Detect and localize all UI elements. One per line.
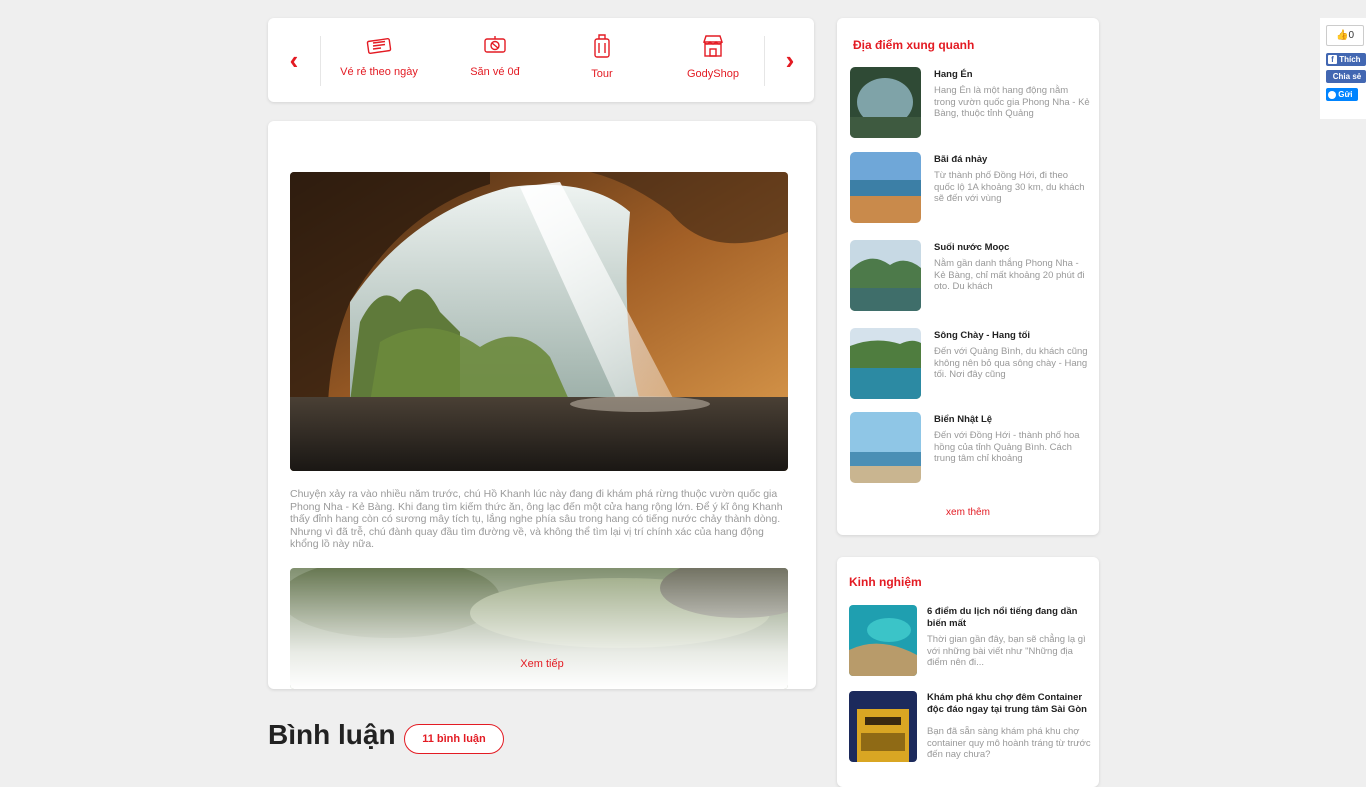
experience-card: Kinh nghiệm 6 điểm du lịch nổi tiếng đan… <box>837 557 1099 787</box>
experience-thumbnail <box>849 605 917 676</box>
nav-item-godyshop[interactable]: GodyShop <box>663 32 763 92</box>
messenger-icon <box>1328 90 1336 99</box>
like-count: 0 <box>1348 30 1354 41</box>
nav-item-tour[interactable]: Tour <box>552 32 652 92</box>
experience-desc: Thời gian gần đây, bạn sẽ chẳng lạ gì vớ… <box>927 634 1086 668</box>
place-desc: Đến với Quảng Bình, du khách cũng không … <box>934 346 1088 380</box>
nav-prev-arrow-icon[interactable]: ‹ <box>284 47 304 73</box>
thumbs-up-icon: 👍 <box>1335 30 1349 41</box>
place-name: Biển Nhật Lệ <box>934 414 993 425</box>
place-name: Sông Chày - Hang tối <box>934 330 1031 341</box>
read-more-link[interactable]: Xem tiếp <box>268 658 816 670</box>
experience-item[interactable]: 6 điểm du lịch nổi tiếng đang dần biến m… <box>849 605 1094 677</box>
send-label: Gửi <box>1338 90 1353 99</box>
experience-thumbnail <box>849 691 917 762</box>
place-name: Bãi đá nhảy <box>934 154 988 165</box>
place-item[interactable]: Suối nước Moọc Nằm gần danh thắng Phong … <box>850 240 1090 312</box>
article-paragraph: Chuyện xảy ra vào nhiều năm trước, chú H… <box>290 488 783 550</box>
nav-item-label: Săn vé 0đ <box>470 66 520 78</box>
nav-item-free-tickets[interactable]: Săn vé 0đ <box>445 32 545 92</box>
like-count-box: 👍0 <box>1326 25 1364 46</box>
nav-next-arrow-icon[interactable]: › <box>780 47 800 73</box>
nav-item-label: Tour <box>591 68 613 80</box>
place-thumbnail <box>850 328 921 399</box>
place-thumbnail <box>850 67 921 138</box>
ticket-hunt-icon <box>484 36 506 53</box>
nav-item-cheap-tickets[interactable]: Vé rẻ theo ngày <box>329 32 429 92</box>
nav-item-label: GodyShop <box>687 68 739 80</box>
nearby-title: Địa điểm xung quanh <box>853 38 975 52</box>
place-thumbnail <box>850 152 921 223</box>
article-card: Chuyện xảy ra vào nhiều năm trước, chú H… <box>268 121 816 689</box>
place-item[interactable]: Sông Chày - Hang tối Đến với Quảng Bình,… <box>850 328 1090 400</box>
place-desc: Từ thành phố Đồng Hới, đi theo quốc lộ 1… <box>934 170 1085 204</box>
luggage-icon <box>594 34 610 58</box>
place-thumbnail <box>850 240 921 311</box>
messenger-send-button[interactable]: Gửi <box>1326 88 1358 101</box>
place-desc: Đến với Đồng Hới - thành phố hoa hồng củ… <box>934 430 1080 464</box>
nav-item-label: Vé rẻ theo ngày <box>340 66 418 78</box>
experience-name: 6 điểm du lịch nổi tiếng đang dần biến m… <box>927 606 1078 629</box>
place-desc: Hang Én là một hang động nằm trong vườn … <box>934 85 1090 119</box>
place-item[interactable]: Hang Én Hang Én là một hang động nằm tro… <box>850 67 1090 139</box>
nearby-places-card: Địa điểm xung quanh Hang Én Hang Én là m… <box>837 18 1099 535</box>
article-second-image <box>290 568 788 689</box>
place-name: Hang Én <box>934 69 973 80</box>
social-share-widget: 👍0 f Thích Chia sẻ Gửi <box>1320 18 1366 119</box>
shop-icon <box>703 35 723 57</box>
experience-title: Kinh nghiệm <box>849 575 922 589</box>
facebook-share-button[interactable]: Chia sẻ <box>1326 70 1366 83</box>
facebook-like-button[interactable]: f Thích <box>1326 53 1366 66</box>
ticket-icon <box>366 38 392 54</box>
place-desc: Nằm gần danh thắng Phong Nha - Kẻ Bàng, … <box>934 258 1085 292</box>
nav-divider <box>320 36 321 86</box>
comments-count-button[interactable]: 11 bình luận <box>404 724 504 754</box>
cave-hero-image <box>290 172 788 471</box>
nav-divider <box>764 36 765 86</box>
place-item[interactable]: Biển Nhật Lệ Đến với Đồng Hới - thành ph… <box>850 412 1090 484</box>
like-label: Thích <box>1339 55 1361 64</box>
facebook-icon: f <box>1328 55 1337 65</box>
comments-title: Bình luận <box>268 719 396 750</box>
experience-desc: Bạn đã sẵn sàng khám phá khu chợ contain… <box>927 726 1091 760</box>
place-item[interactable]: Bãi đá nhảy Từ thành phố Đồng Hới, đi th… <box>850 152 1090 224</box>
experience-name: Khám phá khu chợ đêm Container độc đáo n… <box>927 692 1087 715</box>
category-nav: ‹ Vé rẻ theo ngày Săn vé 0đ Tour GodySho… <box>268 18 814 102</box>
experience-item[interactable]: Khám phá khu chợ đêm Container độc đáo n… <box>849 691 1094 763</box>
place-thumbnail <box>850 412 921 483</box>
place-name: Suối nước Moọc <box>934 242 1010 253</box>
see-more-link[interactable]: xem thêm <box>837 507 1099 518</box>
